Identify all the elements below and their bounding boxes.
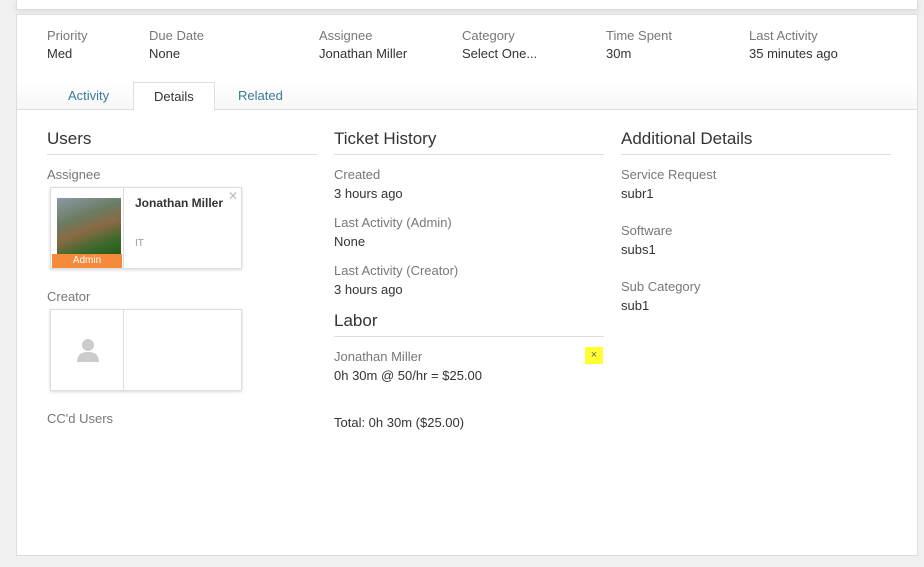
avatar: Admin	[51, 188, 124, 268]
summary-time-spent[interactable]: Time Spent 30m	[606, 28, 672, 61]
person-icon	[77, 339, 99, 362]
remove-assignee-icon[interactable]: ✕	[228, 189, 238, 203]
history-label: Created	[334, 167, 381, 182]
summary-label: Last Activity	[749, 28, 818, 43]
detail-label: Sub Category	[621, 279, 701, 294]
tab-related[interactable]: Related	[218, 82, 303, 111]
summary-label: Priority	[47, 28, 88, 43]
labor-total: Total: 0h 30m ($25.00)	[334, 415, 465, 430]
summary-value: Med	[47, 46, 73, 61]
cc-users-label: CC'd Users	[47, 411, 114, 426]
avatar-photo	[57, 198, 121, 254]
summary-label: Category	[462, 28, 515, 43]
summary-assignee[interactable]: Assignee Jonathan Miller	[319, 28, 407, 61]
summary-value: 30m	[606, 46, 632, 61]
history-value: 3 hours ago	[334, 186, 403, 201]
tab-activity[interactable]: Activity	[48, 82, 129, 111]
summary-last-activity: Last Activity 35 minutes ago	[749, 28, 838, 61]
additional-details-section: Additional Details Service Request subr1…	[621, 129, 891, 327]
history-value: 3 hours ago	[334, 282, 403, 297]
summary-value: Jonathan Miller	[319, 46, 408, 61]
detail-label: Service Request	[621, 167, 717, 182]
summary-category[interactable]: Category Select One...	[462, 28, 537, 61]
creator-card[interactable]	[50, 309, 242, 391]
avatar	[51, 310, 124, 390]
section-title: Ticket History	[334, 129, 604, 155]
detail-value: sub1	[621, 298, 650, 313]
summary-due-date[interactable]: Due Date None	[149, 28, 204, 61]
ticket-panel: Priority Med Due Date None Assignee Jonatha…	[16, 14, 918, 556]
assignee-label: Assignee	[47, 167, 101, 182]
labor-entry: 0h 30m @ 50/hr = $25.00	[334, 368, 482, 383]
top-bar	[16, 0, 918, 10]
remove-labor-button[interactable]: ×	[585, 347, 603, 364]
tab-bar: Activity Details Related	[17, 82, 917, 111]
tab-details[interactable]: Details	[133, 82, 215, 111]
users-section: Users Assignee Admin Jonathan Miller IT …	[47, 129, 317, 430]
assignee-card[interactable]: Admin Jonathan Miller IT ✕	[50, 187, 242, 269]
summary-label: Time Spent	[606, 28, 672, 43]
labor-title: Labor	[334, 311, 604, 337]
section-title: Users	[47, 129, 317, 155]
assignee-dept: IT	[135, 238, 144, 249]
summary-priority[interactable]: Priority Med	[47, 28, 87, 61]
labor-name: Jonathan Miller	[334, 349, 423, 364]
summary-value: 35 minutes ago	[749, 46, 838, 61]
history-label: Last Activity (Admin)	[334, 215, 452, 230]
creator-label: Creator	[47, 289, 91, 304]
detail-value: subs1	[621, 242, 656, 257]
assignee-name: Jonathan Miller	[135, 196, 224, 210]
detail-value: subr1	[621, 186, 654, 201]
summary-label: Assignee	[319, 28, 373, 43]
summary-value: None	[149, 46, 181, 61]
detail-label: Software	[621, 223, 673, 238]
ticket-history-section: Ticket History Created 3 hours ago Last …	[334, 129, 604, 444]
section-title: Additional Details	[621, 129, 891, 155]
summary-label: Due Date	[149, 28, 204, 43]
history-value: None	[334, 234, 366, 249]
summary-value: Select One...	[462, 46, 538, 61]
admin-badge: Admin	[52, 254, 122, 268]
history-label: Last Activity (Creator)	[334, 263, 459, 278]
